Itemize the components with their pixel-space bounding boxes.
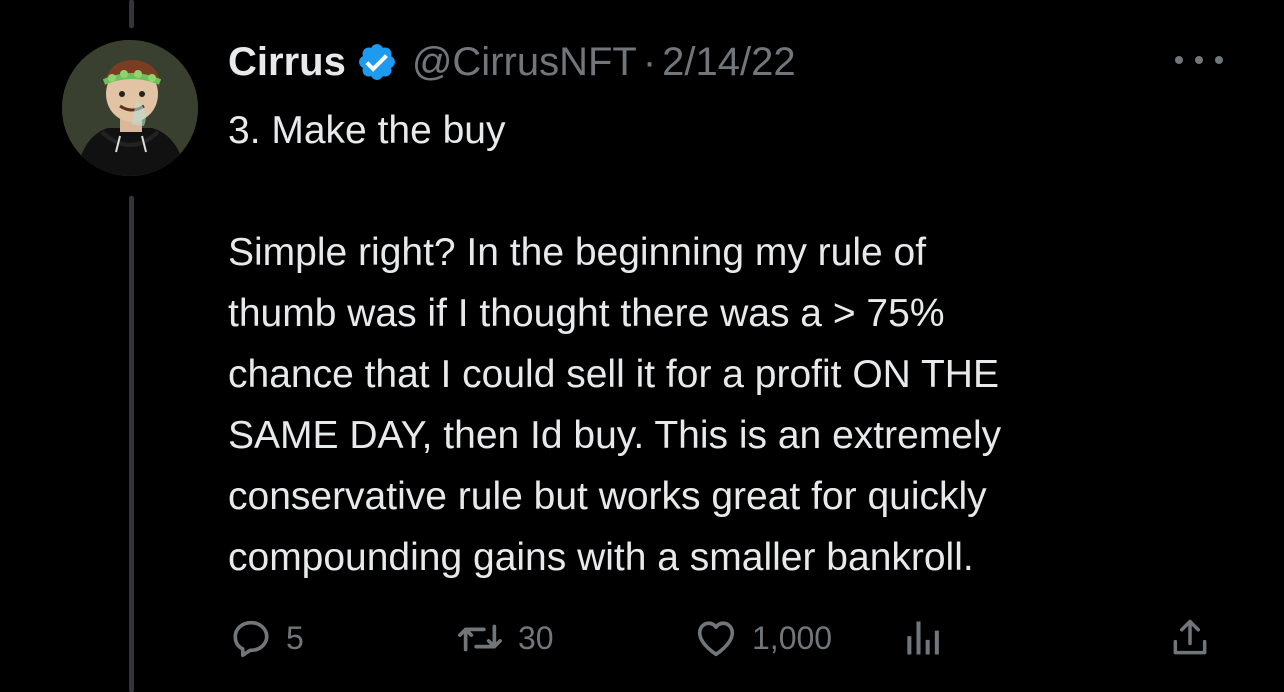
more-dot <box>1175 56 1183 64</box>
avatar-illustration <box>62 40 198 176</box>
verified-badge-icon <box>358 44 395 80</box>
separator-dot: · <box>642 39 657 84</box>
analytics-button[interactable] <box>900 612 944 664</box>
more-dot <box>1195 56 1203 64</box>
more-dot <box>1215 56 1223 64</box>
more-options-icon[interactable] <box>1175 48 1223 72</box>
user-handle[interactable]: @CirrusNFT <box>412 40 637 85</box>
like-button[interactable]: 1,000 <box>692 612 832 664</box>
reply-count: 5 <box>286 619 304 656</box>
display-name[interactable]: Cirrus <box>228 40 346 85</box>
reply-button[interactable]: 5 <box>228 612 304 664</box>
retweet-count: 30 <box>518 619 554 656</box>
avatar[interactable] <box>62 40 198 176</box>
share-button[interactable] <box>1168 612 1212 664</box>
analytics-icon <box>907 621 939 655</box>
retweet-button[interactable]: 30 <box>454 612 554 664</box>
tweet-actions: 5 30 1,000 <box>228 612 1228 664</box>
heart-icon <box>697 621 735 657</box>
share-icon <box>1173 619 1207 655</box>
tweet: Cirrus @CirrusNFT · 2/14/22 3. Make the … <box>228 30 1228 588</box>
thread-line-bottom <box>129 196 134 692</box>
tweet-header: Cirrus @CirrusNFT · 2/14/22 <box>228 30 1228 94</box>
reply-icon <box>233 620 269 658</box>
retweet-icon <box>458 624 502 652</box>
thread-line-top <box>129 0 134 28</box>
like-count: 1,000 <box>752 619 833 656</box>
tweet-date[interactable]: 2/14/22 <box>662 40 795 85</box>
tweet-text: 3. Make the buy Simple right? In the beg… <box>228 109 1002 579</box>
